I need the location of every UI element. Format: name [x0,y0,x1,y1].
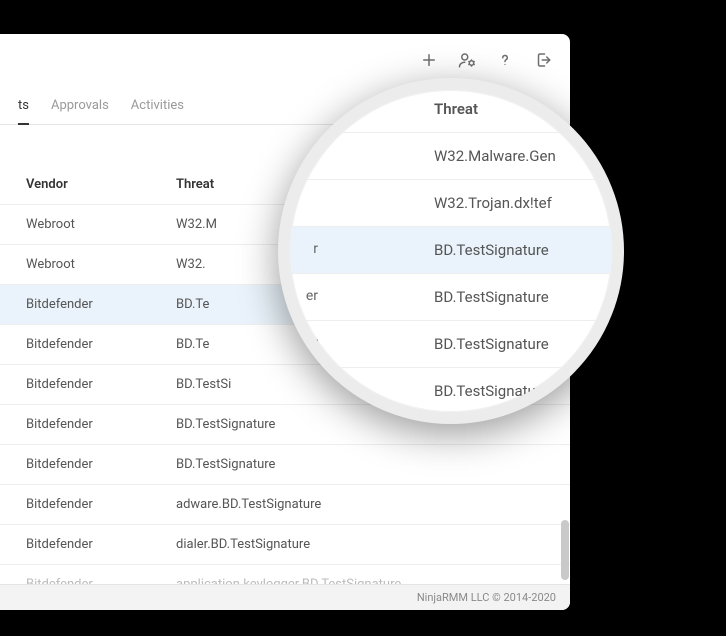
lens-row: BD.TestSignature [290,368,612,415]
lens-row: r BD.TestSignature [290,227,612,274]
lens-threat: W32.Malware.Gen [324,133,612,179]
lens-header: Threat [290,86,612,133]
user-gear-icon[interactable] [458,51,476,73]
lens-row: W32.Trojan.dx!tef [290,180,612,227]
cell-threat: dialer.BD.TestSignature [168,525,552,564]
cell-vendor: Bitdefender [18,325,168,364]
lens-row: W32.Malware.Gen [290,133,612,180]
lens-row: er BD.TestSignature [290,274,612,321]
scrollbar-thumb[interactable] [561,520,569,580]
cell-vendor: Bitdefender [18,525,168,564]
table-row[interactable]: Bitdefender adware.BD.TestSignature [0,485,570,525]
lens-threat: BD.TestSignature [324,227,612,273]
lens-threat: W32.Trojan.dx!tef [324,180,612,226]
cell-vendor: Webroot [18,245,168,284]
tab-activities[interactable]: Activities [131,90,184,124]
tab-approvals[interactable]: Approvals [51,90,109,124]
cell-vendor: Bitdefender [18,405,168,444]
lens-col-threat: Threat [324,86,612,132]
cell-vendor: Bitdefender [18,365,168,404]
col-header-vendor[interactable]: Vendor [18,165,168,204]
cell-vendor: Bitdefender [18,485,168,524]
plus-icon[interactable] [420,51,438,73]
lens-row: r BD.TestSignature [290,321,612,368]
lens-threat: BD.TestSignature [324,368,612,414]
footer: NinjaRMM LLC © 2014-2020 [0,584,570,610]
table-row[interactable]: Bitdefender dialer.BD.TestSignature [0,525,570,565]
cell-vendor: Webroot [18,205,168,244]
lens-inner: Threat W32.Malware.Gen W32.Trojan.dx!tef… [290,90,612,412]
cell-vendor: Bitdefender [18,285,168,324]
magnifier-lens: Threat W32.Malware.Gen W32.Trojan.dx!tef… [278,78,624,424]
table-row[interactable]: Bitdefender BD.TestSignature [0,445,570,485]
tab-threats[interactable]: ts [18,90,29,125]
cell-vendor: Bitdefender [18,445,168,484]
help-icon[interactable] [496,51,514,73]
logout-icon[interactable] [534,51,552,73]
lens-threat: BD.TestSignature [324,274,612,320]
lens-threat: BD.TestSignature [324,321,612,367]
copyright: NinjaRMM LLC © 2014-2020 [417,591,556,604]
cell-threat: adware.BD.TestSignature [168,485,552,524]
cell-threat: BD.TestSignature [168,445,552,484]
